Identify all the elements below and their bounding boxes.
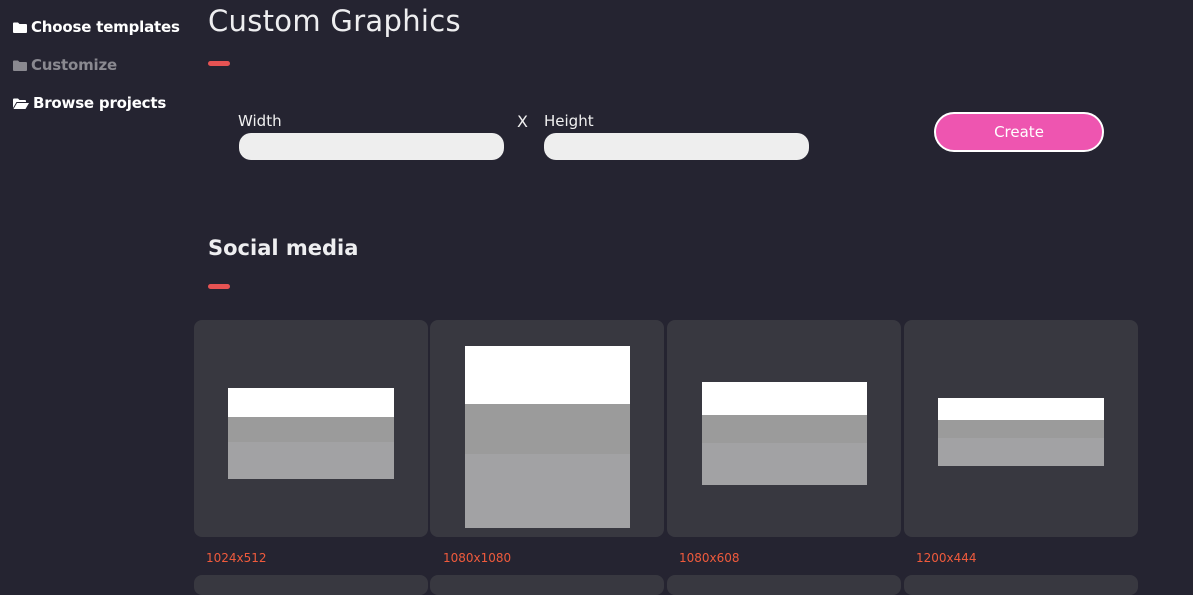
- sidebar-item-label: Customize: [31, 56, 117, 74]
- folder-open-icon: [13, 98, 29, 109]
- main-content: Custom Graphics Width X Height Create So…: [194, 0, 1193, 595]
- template-card-1024x512[interactable]: [194, 320, 428, 537]
- width-input[interactable]: [239, 133, 504, 160]
- title-accent-bar: [208, 61, 230, 66]
- template-card-1080x1080[interactable]: [430, 320, 664, 537]
- template-size-label[interactable]: 1080x1080: [443, 551, 511, 565]
- create-button[interactable]: Create: [934, 112, 1104, 152]
- page-title: Custom Graphics: [208, 4, 461, 38]
- sidebar-item-browse-projects[interactable]: Browse projects: [13, 94, 166, 112]
- folder-icon: [13, 22, 27, 33]
- dimension-separator: X: [517, 112, 528, 131]
- template-card-next-row[interactable]: [430, 575, 664, 595]
- height-input[interactable]: [544, 133, 809, 160]
- template-card-next-row[interactable]: [904, 575, 1138, 595]
- sidebar-item-customize[interactable]: Customize: [13, 56, 117, 74]
- sidebar-item-choose-templates[interactable]: Choose templates: [13, 18, 180, 36]
- template-preview: [938, 398, 1104, 466]
- template-card-1200x444[interactable]: [904, 320, 1138, 537]
- template-card-next-row[interactable]: [667, 575, 901, 595]
- template-preview: [465, 346, 630, 528]
- section-accent-bar: [208, 284, 230, 289]
- folder-icon: [13, 60, 27, 71]
- template-preview: [228, 388, 394, 479]
- template-card-1080x608[interactable]: [667, 320, 901, 537]
- sidebar-item-label: Choose templates: [31, 18, 180, 36]
- template-card-next-row[interactable]: [194, 575, 428, 595]
- sidebar-item-label: Browse projects: [33, 94, 167, 112]
- template-size-label[interactable]: 1200x444: [916, 551, 977, 565]
- width-label: Width: [238, 112, 282, 130]
- section-title-social-media: Social media: [208, 236, 359, 260]
- template-preview: [702, 382, 867, 485]
- height-label: Height: [544, 112, 594, 130]
- sidebar: Choose templates Customize Browse projec…: [0, 0, 190, 582]
- template-size-label[interactable]: 1080x608: [679, 551, 740, 565]
- template-size-label[interactable]: 1024x512: [206, 551, 267, 565]
